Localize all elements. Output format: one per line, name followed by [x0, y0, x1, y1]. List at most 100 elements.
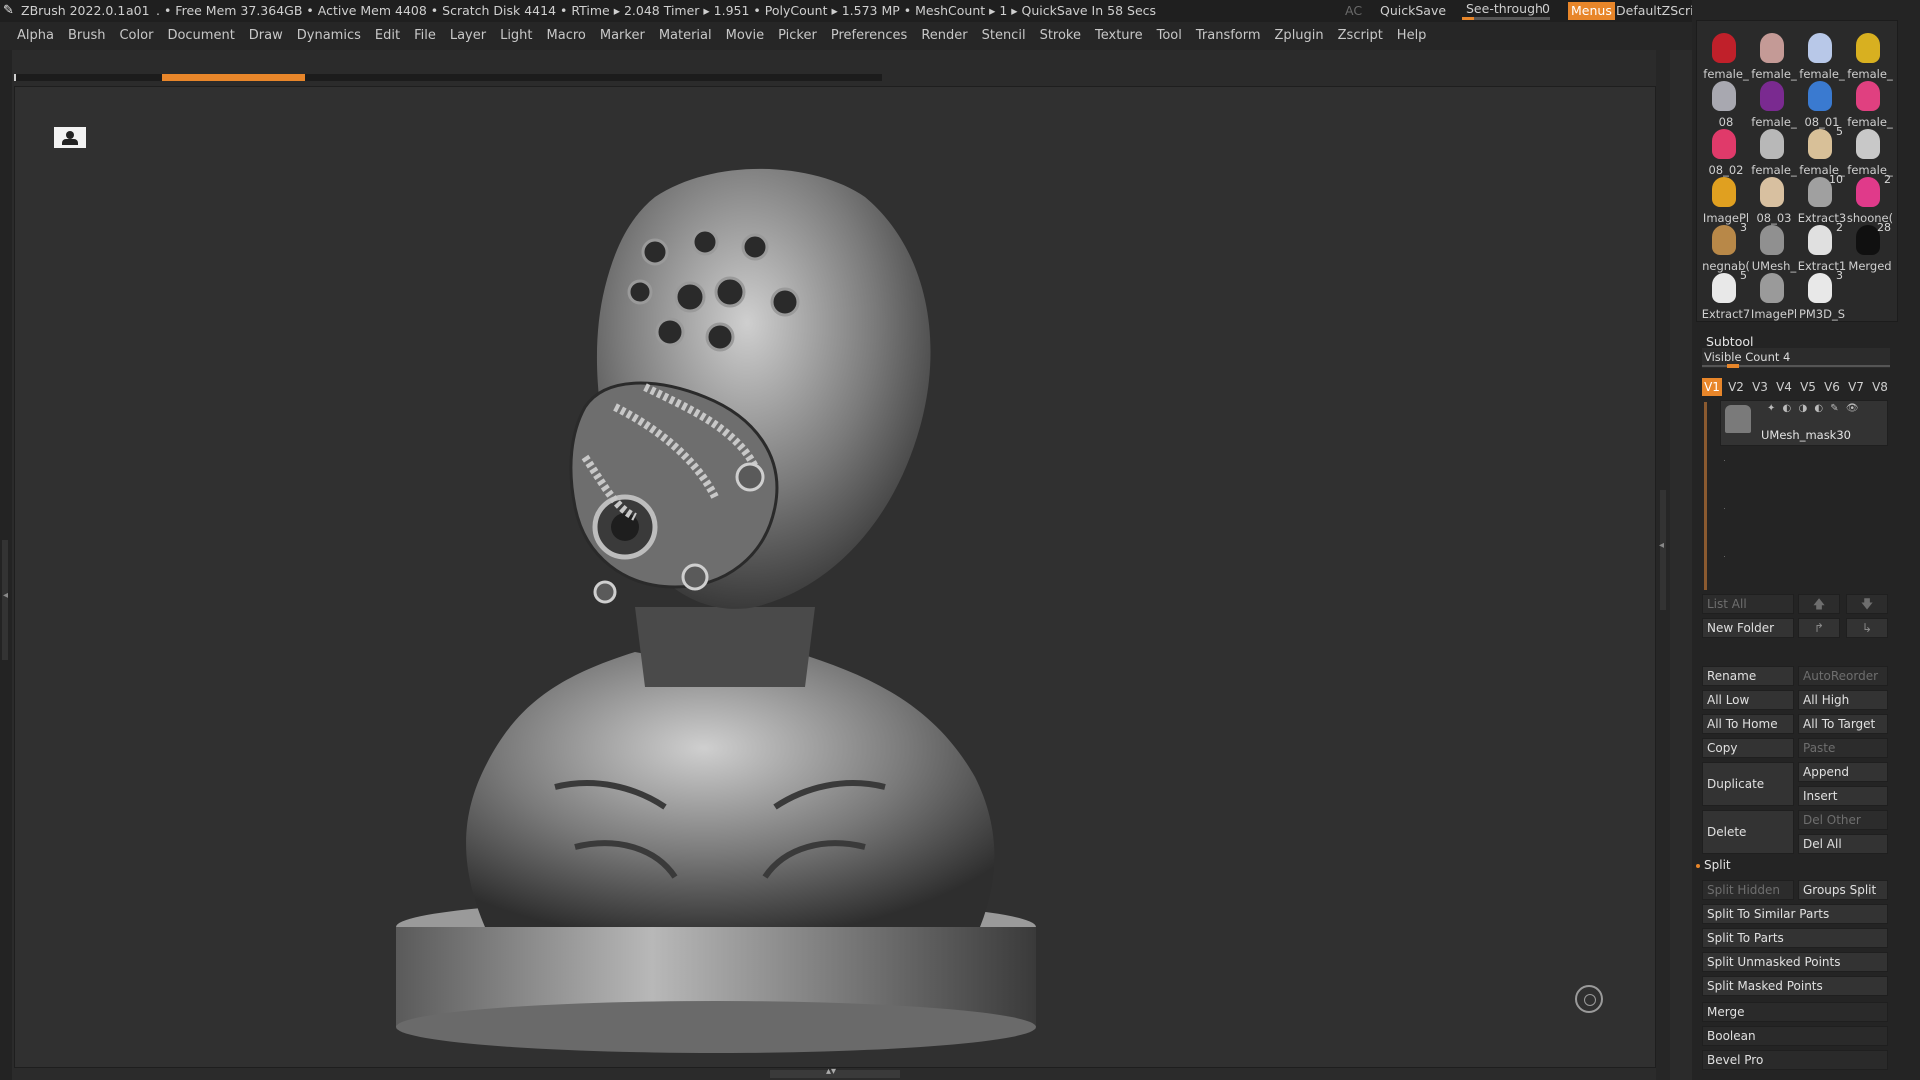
subtool-title[interactable]: Subtool [1706, 334, 1753, 349]
merge-section-button[interactable]: Merge [1702, 1002, 1888, 1022]
del-other-button[interactable]: Del Other [1798, 810, 1888, 830]
all-high-button[interactable]: All High [1798, 690, 1888, 710]
tool-thumbnail[interactable]: Extract1 2 [1797, 221, 1847, 273]
del-all-button[interactable]: Del All [1798, 834, 1888, 854]
menu-item-alpha[interactable]: Alpha [10, 22, 61, 50]
tool-thumbnail[interactable]: female_ [1797, 31, 1845, 81]
list-all-button[interactable]: List All [1702, 594, 1794, 614]
tool-thumbnail[interactable]: PM3D_S 3 [1797, 269, 1845, 321]
canvas-viewport[interactable] [14, 86, 1656, 1068]
tool-thumbnail[interactable]: female_ [1845, 79, 1893, 129]
visibility-set-tab-v2[interactable]: V2 [1726, 378, 1746, 396]
tool-thumbnail[interactable]: female_ [1845, 127, 1893, 177]
delete-button[interactable]: Delete [1702, 810, 1794, 854]
tool-thumbnail[interactable]: 08_02 [1701, 127, 1747, 177]
visibility-set-tab-v3[interactable]: V3 [1750, 378, 1770, 396]
left-dock-arrow-icon[interactable]: ◂ [3, 590, 8, 601]
autoreorder-button[interactable]: AutoReorder [1798, 666, 1888, 686]
insert-button[interactable]: Insert [1798, 786, 1888, 806]
copy-button[interactable]: Copy [1702, 738, 1794, 758]
menu-item-macro[interactable]: Macro [540, 22, 593, 50]
rotate-gizmo-icon[interactable] [1575, 985, 1603, 1013]
left-dock[interactable]: ◂ [0, 50, 12, 1080]
visibility-set-tab-v5[interactable]: V5 [1798, 378, 1818, 396]
menu-item-picker[interactable]: Picker [771, 22, 824, 50]
menu-item-render[interactable]: Render [914, 22, 974, 50]
tool-thumbnail[interactable]: female_ 5 [1797, 125, 1844, 177]
all-to-home-button[interactable]: All To Home [1702, 714, 1794, 734]
split-section-header[interactable]: Split [1704, 858, 1731, 872]
split-hidden-button[interactable]: Split Hidden [1702, 880, 1794, 900]
menu-item-edit[interactable]: Edit [368, 22, 407, 50]
visible-count-slider[interactable]: Visible Count 4 [1702, 348, 1890, 368]
tool-thumbnail[interactable]: negnab(3 [1701, 221, 1750, 273]
tool-thumbnail[interactable]: Merged 28 [1845, 221, 1891, 273]
bottom-shelf-handle[interactable]: ▴▾ [770, 1066, 900, 1078]
tool-thumbnail[interactable]: female_ [1749, 79, 1797, 129]
menu-item-preferences[interactable]: Preferences [824, 22, 914, 50]
tool-thumbnail[interactable]: female_ [1749, 31, 1797, 81]
menu-item-stencil[interactable]: Stencil [975, 22, 1033, 50]
menu-item-texture[interactable]: Texture [1088, 22, 1150, 50]
groups-split-button[interactable]: Groups Split [1798, 880, 1888, 900]
split-unmasked-points-button[interactable]: Split Unmasked Points [1702, 952, 1888, 972]
tool-thumbnail[interactable]: female_ [1749, 127, 1797, 177]
sculpt-bust-model[interactable] [15, 87, 1655, 1067]
menu-item-marker[interactable]: Marker [593, 22, 652, 50]
tool-thumbnail[interactable]: ImagePl [1701, 175, 1749, 225]
menu-item-file[interactable]: File [407, 22, 443, 50]
subtool-toggle-icons[interactable]: ✦ ◐ ◑ ◐ ✎ 👁 [1767, 403, 1861, 414]
menus-toggle-button[interactable]: Menus [1568, 2, 1615, 20]
ac-indicator[interactable]: AC [1345, 0, 1362, 22]
visible-count-knob[interactable] [1727, 364, 1739, 368]
see-through-slider[interactable]: See-through 0 [1460, 0, 1550, 22]
tool-thumbnail[interactable]: Extract3 10 [1797, 173, 1847, 225]
move-down-icon[interactable]: 🡇 [1846, 594, 1888, 614]
menu-item-brush[interactable]: Brush [61, 22, 113, 50]
move-up-icon[interactable]: 🡅 [1798, 594, 1840, 614]
menu-item-color[interactable]: Color [112, 22, 160, 50]
tool-thumbnail[interactable]: 08_01 [1797, 79, 1843, 129]
visibility-set-tab-v4[interactable]: V4 [1774, 378, 1794, 396]
bevel-pro-section-button[interactable]: Bevel Pro [1702, 1050, 1888, 1070]
subtool-item[interactable]: ✦ ◐ ◑ ◐ ✎ 👁 UMesh_mask30 [1720, 400, 1888, 446]
menu-item-layer[interactable]: Layer [443, 22, 493, 50]
split-to-parts-button[interactable]: Split To Parts [1702, 928, 1888, 948]
menu-item-light[interactable]: Light [493, 22, 539, 50]
split-masked-points-button[interactable]: Split Masked Points [1702, 976, 1888, 996]
tool-thumbnail[interactable]: UMesh_ [1749, 223, 1796, 273]
tool-thumbnail[interactable]: Extract7 5 [1701, 269, 1751, 321]
split-to-similar-parts-button[interactable]: Split To Similar Parts [1702, 904, 1888, 924]
all-low-button[interactable]: All Low [1702, 690, 1794, 710]
menu-item-help[interactable]: Help [1390, 22, 1434, 50]
all-to-target-button[interactable]: All To Target [1798, 714, 1888, 734]
append-button[interactable]: Append [1798, 762, 1888, 782]
menu-item-document[interactable]: Document [160, 22, 241, 50]
visibility-set-tab-v7[interactable]: V7 [1846, 378, 1866, 396]
right-dock[interactable]: ◂ [1656, 50, 1670, 1080]
menu-item-draw[interactable]: Draw [242, 22, 290, 50]
duplicate-button[interactable]: Duplicate [1702, 762, 1794, 806]
subtool-scrollbar[interactable] [1704, 402, 1707, 590]
visibility-set-tab-v8[interactable]: V8 [1870, 378, 1890, 396]
menu-item-tool[interactable]: Tool [1150, 22, 1189, 50]
quicksave-button[interactable]: QuickSave [1380, 0, 1446, 22]
tool-thumbnail[interactable]: 08_03 [1749, 175, 1795, 225]
tool-thumbnail[interactable]: shoone(2 [1845, 173, 1893, 225]
tool-thumbnail[interactable]: ImagePl [1749, 271, 1797, 321]
menu-item-dynamics[interactable]: Dynamics [290, 22, 368, 50]
bottom-shelf-arrow-icon[interactable]: ▴▾ [826, 1066, 836, 1077]
visibility-set-tab-v6[interactable]: V6 [1822, 378, 1842, 396]
menu-item-zscript[interactable]: Zscript [1331, 22, 1390, 50]
menu-item-material[interactable]: Material [652, 22, 719, 50]
rename-button[interactable]: Rename [1702, 666, 1794, 686]
visibility-set-tab-v1[interactable]: V1 [1702, 378, 1722, 396]
menu-item-zplugin[interactable]: Zplugin [1268, 22, 1331, 50]
tool-thumbnail[interactable]: female_ [1701, 31, 1749, 81]
new-folder-button[interactable]: New Folder [1702, 618, 1794, 638]
tool-thumbnail[interactable]: 08 [1701, 79, 1747, 129]
menu-item-transform[interactable]: Transform [1189, 22, 1268, 50]
tool-thumbnail[interactable]: female_ [1845, 31, 1893, 81]
folder-move-in-icon[interactable]: ↱ [1798, 618, 1840, 638]
menu-item-movie[interactable]: Movie [719, 22, 771, 50]
